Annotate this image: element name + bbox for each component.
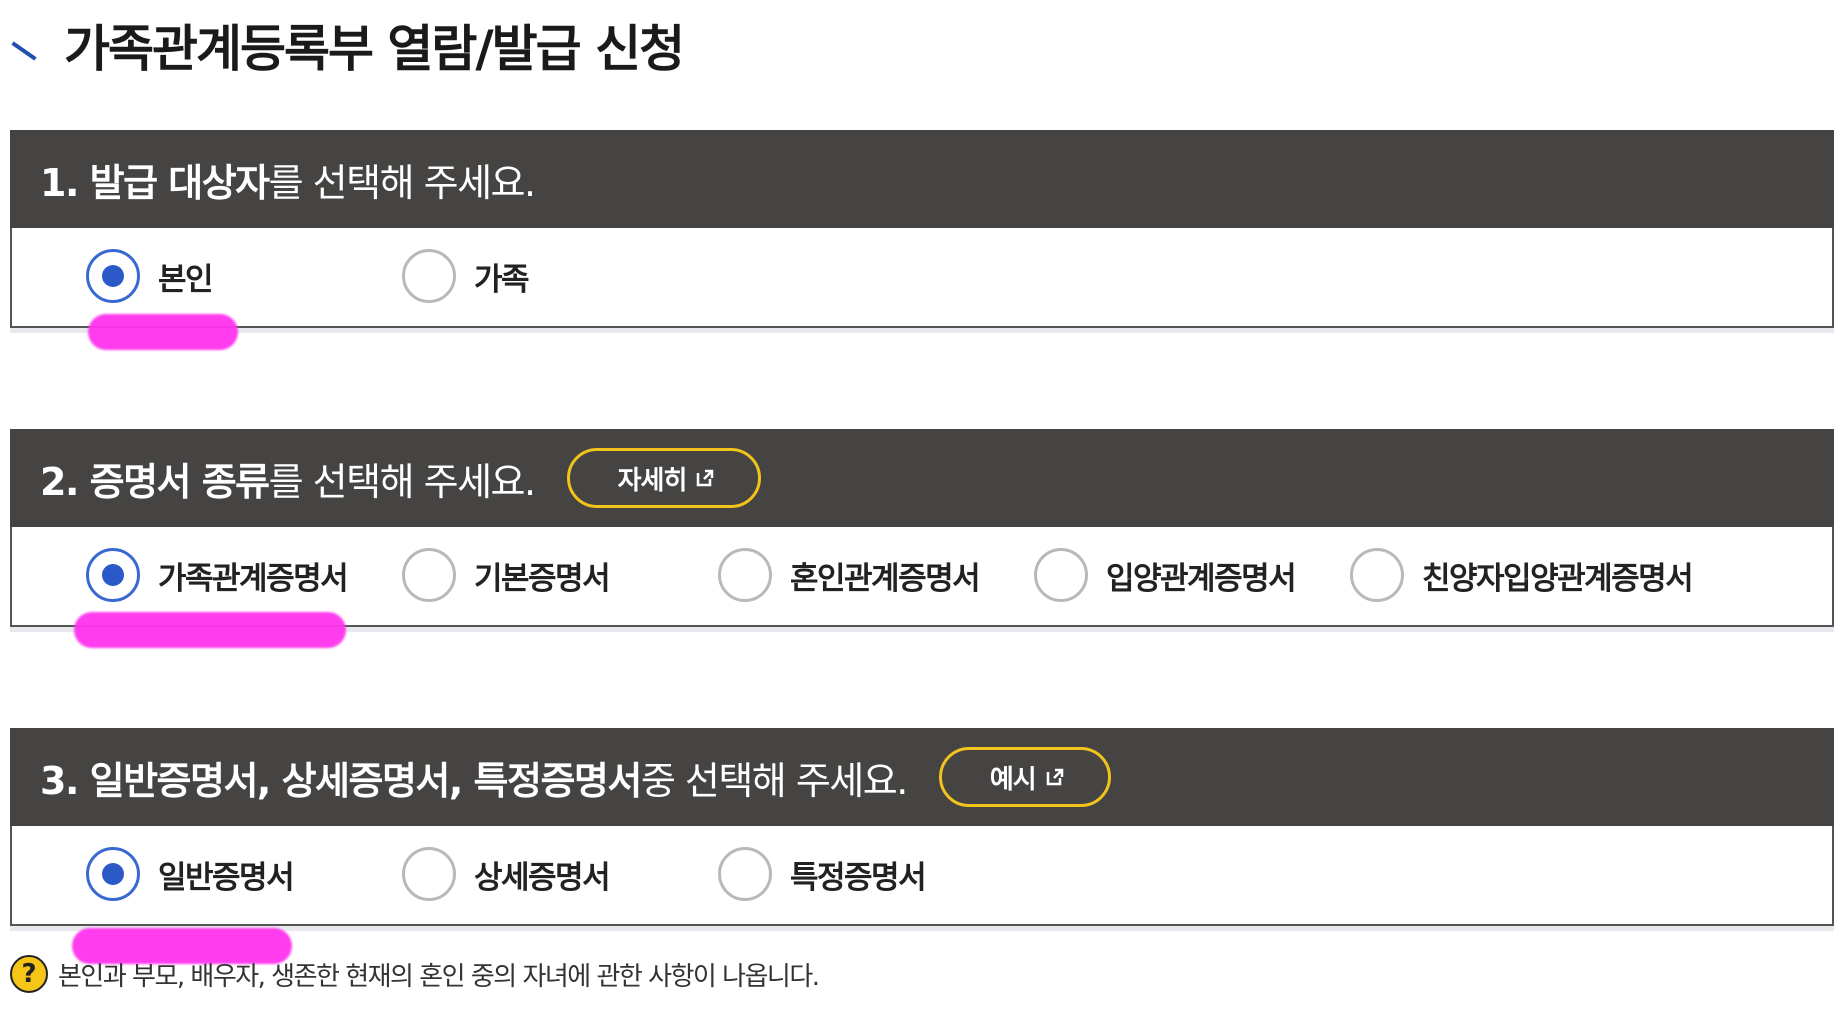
section-2-title-bold: 2. 증명서 종류	[40, 459, 270, 504]
radio-self[interactable]	[86, 249, 140, 303]
option-family-relation-cert[interactable]: 가족관계증명서	[86, 547, 349, 603]
radio-general-cert[interactable]	[86, 847, 140, 901]
radio-family-relation-cert[interactable]	[86, 548, 140, 602]
option-basic-cert[interactable]: 기본증명서	[402, 547, 611, 603]
title-mark-icon	[11, 41, 37, 61]
section-3-title-bold: 3. 일반증명서, 상세증명서, 특정증명서	[40, 758, 642, 803]
example-button-label: 예시	[989, 764, 1037, 795]
highlight-mark	[88, 314, 238, 350]
highlight-mark	[74, 612, 346, 648]
radio-specific-cert[interactable]	[718, 847, 772, 901]
radio-detailed-cert[interactable]	[402, 847, 456, 901]
section-cert-detail-level: 3. 일반증명서, 상세증명서, 특정증명서 중 선택해 주세요. 예시 일반증…	[10, 728, 1834, 926]
section-3-header: 3. 일반증명서, 상세증명서, 특정증명서 중 선택해 주세요. 예시	[10, 728, 1834, 826]
option-marriage-cert[interactable]: 혼인관계증명서	[718, 547, 981, 603]
radio-full-adoption-cert[interactable]	[1350, 548, 1404, 602]
radio-basic-cert[interactable]	[402, 548, 456, 602]
option-label: 친양자입양관계증명서	[1422, 560, 1694, 597]
radio-marriage-cert[interactable]	[718, 548, 772, 602]
section-1-header: 1. 발급 대상자 를 선택해 주세요.	[10, 130, 1834, 228]
example-button[interactable]: 예시	[938, 747, 1111, 807]
help-text: 본인과 부모, 배우자, 생존한 현재의 혼인 중의 자녀에 관한 사항이 나옵…	[58, 961, 820, 992]
option-general-cert[interactable]: 일반증명서	[86, 846, 295, 902]
section-issue-target: 1. 발급 대상자 를 선택해 주세요. 본인 가족	[10, 130, 1834, 328]
option-label: 일반증명서	[158, 859, 295, 896]
section-1-options: 본인 가족	[10, 228, 1834, 328]
details-button[interactable]: 자세히	[566, 448, 762, 508]
option-label: 상세증명서	[474, 859, 611, 896]
option-label: 본인	[158, 261, 214, 298]
option-label: 기본증명서	[474, 560, 611, 597]
section-1-title-bold: 1. 발급 대상자	[40, 160, 270, 205]
external-link-icon	[1046, 768, 1064, 786]
details-button-label: 자세히	[617, 465, 688, 496]
option-specific-cert[interactable]: 특정증명서	[718, 846, 927, 902]
question-icon: ?	[10, 955, 48, 993]
option-label: 특정증명서	[790, 859, 927, 896]
option-label: 혼인관계증명서	[790, 560, 981, 597]
external-link-icon	[696, 469, 714, 487]
section-3-options: 일반증명서 상세증명서 특정증명서	[10, 826, 1834, 926]
help-note: ? 본인과 부모, 배우자, 생존한 현재의 혼인 중의 자녀에 관한 사항이 …	[10, 955, 820, 993]
section-certificate-type: 2. 증명서 종류 를 선택해 주세요. 자세히 가족관계증명서 기본증명서 혼인…	[10, 429, 1834, 627]
option-family[interactable]: 가족	[402, 248, 530, 304]
option-detailed-cert[interactable]: 상세증명서	[402, 846, 611, 902]
radio-adoption-cert[interactable]	[1034, 548, 1088, 602]
section-2-header: 2. 증명서 종류 를 선택해 주세요. 자세히	[10, 429, 1834, 527]
page-title: 가족관계등록부 열람/발급 신청	[64, 20, 685, 78]
section-3-title-normal: 중 선택해 주세요.	[640, 758, 908, 803]
page-title-row: 가족관계등록부 열람/발급 신청	[10, 10, 685, 80]
option-full-adoption-cert[interactable]: 친양자입양관계증명서	[1350, 547, 1694, 603]
option-adoption-cert[interactable]: 입양관계증명서	[1034, 547, 1297, 603]
radio-family[interactable]	[402, 249, 456, 303]
option-label: 입양관계증명서	[1106, 560, 1297, 597]
option-label: 가족관계증명서	[158, 560, 349, 597]
section-1-title-normal: 를 선택해 주세요.	[268, 160, 536, 205]
section-2-title-normal: 를 선택해 주세요.	[268, 459, 536, 504]
option-self[interactable]: 본인	[86, 248, 214, 304]
option-label: 가족	[474, 261, 530, 298]
